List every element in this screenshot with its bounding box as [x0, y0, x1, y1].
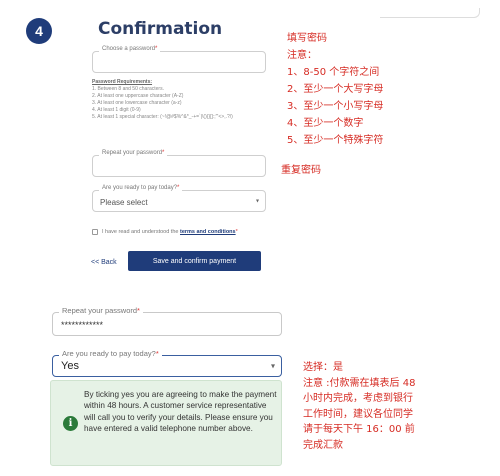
ready-to-pay-select-zoomed[interactable]: Are you ready to pay today?* Yes ▾ — [52, 349, 282, 377]
repeat-password-value: ************ — [61, 320, 104, 330]
repeat-password-input[interactable]: Repeat your password* — [92, 150, 266, 177]
requirement-item: 3. At least one lowercase character (a-z… — [92, 100, 182, 106]
annotation-line: 3、至少一个小写字母 — [287, 101, 384, 112]
annotation-line: 填写密码 — [287, 33, 327, 44]
step-number-badge: 4 — [26, 18, 52, 44]
password-requirements: Password Requirements: 1. Between 8 and … — [92, 79, 233, 121]
password-input[interactable]: Choose a password* — [92, 46, 266, 73]
terms-link[interactable]: terms and conditions — [180, 229, 236, 235]
save-and-confirm-button[interactable]: Save and confirm payment — [128, 251, 261, 271]
annotation-line: 注意 :付款需在填表后 48 — [303, 377, 416, 389]
decorative-corner-line — [380, 8, 480, 18]
annotation-line: 1、8-50 个字符之间 — [287, 67, 380, 78]
chevron-down-icon: ▾ — [255, 198, 259, 205]
ready-to-pay-value-zoomed: Yes — [61, 360, 79, 372]
info-icon: i — [63, 416, 78, 431]
requirement-item: 2. At least one uppercase character (A-Z… — [92, 93, 184, 99]
annotation-line: 工作时间，建议各位同学 — [303, 408, 413, 420]
repeat-password-label-zoomed: Repeat your password* — [59, 306, 143, 315]
annotation-line: 注意： — [287, 50, 317, 61]
requirement-item: 1. Between 8 and 50 characters. — [92, 86, 164, 92]
page-title: Confirmation — [98, 19, 223, 39]
select-annotation: 选择：是 注意 :付款需在填表后 48 小时内完成，考虑到银行 工作时间，建议各… — [303, 360, 415, 453]
requirement-item: 4. At least 1 digit (0-9) — [92, 107, 141, 113]
terms-checkbox[interactable] — [92, 229, 98, 235]
repeat-password-input-zoomed[interactable]: Repeat your password* ************ — [52, 306, 282, 336]
annotation-line: 完成汇款 — [303, 439, 343, 451]
notice-text: By ticking yes you are agreeing to make … — [84, 390, 277, 434]
annotation-line: 选择：是 — [303, 362, 343, 373]
terms-row: I have read and understood the terms and… — [92, 229, 238, 235]
chevron-down-icon: ▾ — [270, 361, 275, 371]
payment-notice: i By ticking yes you are agreeing to mak… — [50, 380, 282, 466]
annotation-line: 5、至少一个特殊字符 — [287, 135, 384, 146]
password-label: Choose a password* — [99, 46, 161, 52]
ready-to-pay-label: Are you ready to pay today?* — [99, 185, 183, 191]
repeat-password-label: Repeat your password* — [99, 150, 168, 156]
requirement-item: 5. At least 1 special character: (~!@#$%… — [92, 114, 233, 120]
ready-to-pay-label-zoomed: Are you ready to pay today?* — [59, 349, 162, 358]
password-annotation: 填写密码 注意： 1、8-50 个字符之间 2、至少一个大写字母 3、至少一个小… — [287, 30, 383, 149]
annotation-line: 2、至少一个大写字母 — [287, 84, 384, 95]
repeat-password-annotation: 重复密码 — [281, 165, 321, 176]
back-link[interactable]: << Back — [91, 259, 117, 266]
password-requirements-title: Password Requirements: — [92, 79, 153, 85]
ready-to-pay-select[interactable]: Are you ready to pay today?* Please sele… — [92, 185, 266, 212]
annotation-line: 请于每天下午 16：00 前 — [303, 424, 415, 435]
annotation-line: 4、至少一个数字 — [287, 118, 364, 129]
ready-to-pay-value: Please select — [100, 198, 148, 207]
annotation-line: 小时内完成，考虑到银行 — [303, 393, 413, 404]
terms-text: I have read and understood the terms and… — [102, 229, 238, 235]
